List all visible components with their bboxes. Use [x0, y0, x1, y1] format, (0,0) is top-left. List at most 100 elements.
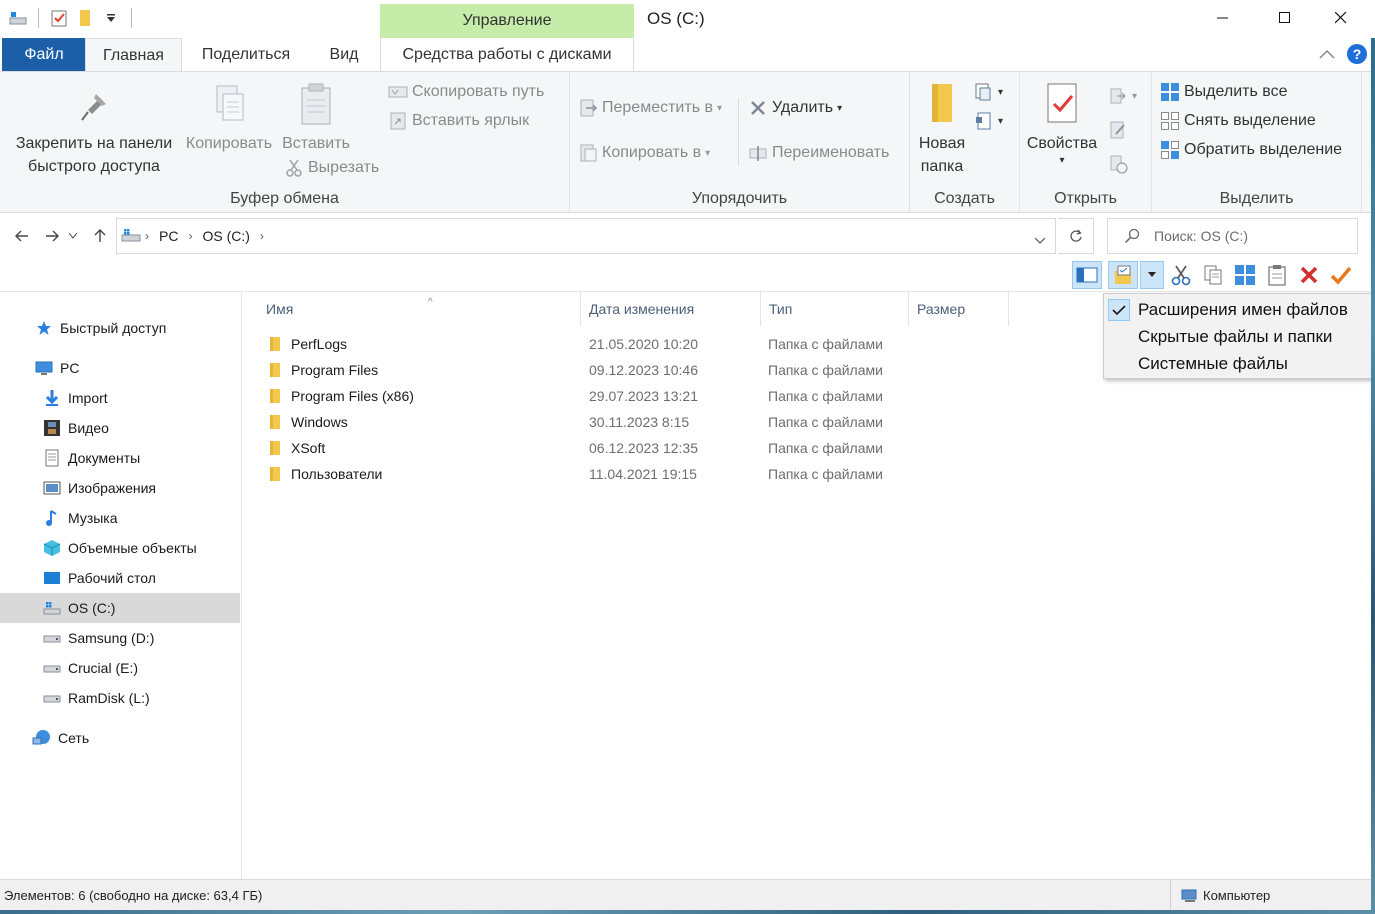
paste-shortcut-icon	[388, 111, 408, 131]
properties-button[interactable]: Свойства ▾	[1024, 82, 1100, 167]
address-history-dropdown-icon[interactable]	[1034, 231, 1046, 247]
cut-button[interactable]: Вырезать	[284, 156, 379, 180]
ribbon-tab-bar: Файл Главная Поделиться Вид Средства раб…	[0, 38, 1375, 72]
delete-button[interactable]: Удалить ▾	[748, 96, 842, 120]
nav-network[interactable]: Сеть	[0, 723, 240, 753]
refresh-button[interactable]	[1058, 218, 1094, 254]
delete-icon	[1300, 266, 1318, 284]
move-to-button[interactable]: Переместить в ▾	[578, 96, 722, 120]
pin-quick-access-button[interactable]: Закрепить на панели быстрого доступа	[8, 82, 180, 178]
delete-label: Удалить	[772, 99, 834, 116]
group-label-new: Создать	[934, 190, 995, 207]
breadcrumb-pc[interactable]: PC	[159, 228, 178, 244]
new-folder-button[interactable]: Новая папка	[912, 82, 972, 178]
recent-locations-button[interactable]	[66, 226, 80, 246]
hidden-items-button[interactable]	[1108, 261, 1138, 289]
rename-button[interactable]: Переименовать	[748, 141, 889, 165]
address-bar[interactable]: › PC › OS (C:) ›	[116, 218, 1056, 254]
nav-item-videos[interactable]: Видео	[0, 413, 240, 443]
drive-icon[interactable]	[8, 8, 28, 28]
column-header-size[interactable]: Размер	[909, 292, 1009, 326]
close-button[interactable]	[1318, 0, 1364, 36]
maximize-button[interactable]	[1262, 0, 1308, 36]
tab-share[interactable]: Поделиться	[190, 38, 302, 71]
menu-item-hidden-files[interactable]: Скрытые файлы и папки	[1104, 324, 1371, 350]
picture-icon	[42, 478, 62, 498]
table-row[interactable]: Пользователи 11.04.2021 19:15 Папка с фа…	[243, 462, 1003, 488]
nav-item-desktop[interactable]: Рабочий стол	[0, 563, 240, 593]
collapse-ribbon-icon[interactable]	[1319, 46, 1335, 62]
file-date: 06.12.2023 12:35	[589, 440, 698, 456]
breadcrumb-separator-icon[interactable]: ›	[145, 229, 149, 243]
column-header-type[interactable]: Тип	[761, 292, 909, 326]
select-none-button[interactable]: Снять выделение	[1160, 109, 1316, 133]
paste-button[interactable]: Вставить	[280, 82, 352, 155]
file-name: Пользователи	[291, 466, 383, 482]
nav-item-ramdisk-l[interactable]: RamDisk (L:)	[0, 683, 240, 713]
preview-pane-button[interactable]	[1072, 261, 1102, 289]
table-row[interactable]: PerfLogs 21.05.2020 10:20 Папка с файлам…	[243, 332, 1003, 358]
nav-item-music[interactable]: Музыка	[0, 503, 240, 533]
tab-disk-tools[interactable]: Средства работы с дисками	[380, 38, 634, 71]
history-button[interactable]	[1108, 152, 1128, 176]
column-header-date[interactable]: Дата изменения	[581, 292, 761, 326]
table-row[interactable]: Program Files (x86) 29.07.2023 13:21 Пап…	[243, 384, 1003, 410]
breadcrumb-os-c[interactable]: OS (C:)	[202, 228, 249, 244]
copy-button[interactable]: Копировать	[182, 82, 276, 155]
invert-selection-icon	[1160, 140, 1180, 160]
nav-item-documents[interactable]: Документы	[0, 443, 240, 473]
file-name: PerfLogs	[291, 336, 348, 352]
tab-home[interactable]: Главная	[85, 38, 182, 72]
nav-item-import[interactable]: Import	[0, 383, 240, 413]
menu-item-system-files[interactable]: Системные файлы	[1104, 351, 1371, 377]
help-icon[interactable]: ?	[1347, 44, 1367, 64]
nav-item-3d-objects[interactable]: Объемные объекты	[0, 533, 240, 563]
copy-toolbar-button[interactable]	[1198, 261, 1228, 289]
tab-view[interactable]: Вид	[316, 38, 372, 71]
nav-item-crucial-e[interactable]: Crucial (E:)	[0, 653, 240, 683]
edit-button[interactable]	[1108, 118, 1128, 142]
paste-toolbar-button[interactable]	[1262, 261, 1292, 289]
new-item-button[interactable]: ▾	[974, 80, 1003, 104]
select-all-button[interactable]: Выделить все	[1160, 80, 1287, 104]
cut-toolbar-button[interactable]	[1166, 261, 1196, 289]
search-box[interactable]: Поиск: OS (C:)	[1107, 218, 1358, 254]
select-all-toolbar-button[interactable]	[1230, 261, 1260, 289]
tab-file[interactable]: Файл	[2, 38, 86, 71]
nav-item-pictures[interactable]: Изображения	[0, 473, 240, 503]
copy-to-label: Копировать в	[602, 144, 702, 161]
table-row[interactable]: Windows 30.11.2023 8:15 Папка с файлами	[243, 410, 1003, 436]
menu-item-file-extensions[interactable]: Расширения имен файлов	[1104, 297, 1371, 323]
back-button[interactable]	[12, 226, 32, 246]
status-zone-label: Компьютер	[1203, 888, 1271, 903]
nav-quick-access[interactable]: Быстрый доступ	[0, 313, 240, 343]
hidden-items-dropdown-button[interactable]	[1140, 261, 1164, 289]
column-header-name[interactable]: Имя ^	[258, 292, 581, 326]
paste-shortcut-button[interactable]: Вставить ярлык	[388, 109, 529, 133]
invert-selection-button[interactable]: Обратить выделение	[1160, 138, 1342, 162]
copy-to-button[interactable]: Копировать в ▾	[578, 141, 710, 165]
breadcrumb-separator-icon[interactable]: ›	[188, 229, 192, 243]
nav-pc[interactable]: PC	[0, 353, 240, 383]
table-row[interactable]: XSoft 06.12.2023 12:35 Папка с файлами	[243, 436, 1003, 462]
scissors-icon	[1171, 265, 1191, 286]
easy-access-button[interactable]: ▾	[974, 109, 1003, 133]
context-tab-manage[interactable]: Управление	[380, 4, 634, 38]
new-folder-icon[interactable]	[75, 8, 95, 28]
up-arrow-icon	[94, 229, 106, 242]
copy-path-button[interactable]: Скопировать путь	[388, 80, 544, 104]
confirm-toolbar-button[interactable]	[1326, 261, 1356, 289]
open-button[interactable]: ▾	[1108, 84, 1137, 108]
file-type: Папка с файлами	[768, 336, 883, 352]
customize-dropdown-icon[interactable]	[101, 8, 121, 28]
nav-item-samsung-d[interactable]: Samsung (D:)	[0, 623, 240, 653]
table-row[interactable]: Program Files 09.12.2023 10:46 Папка с ф…	[243, 358, 1003, 384]
breadcrumb-separator-icon[interactable]: ›	[260, 229, 264, 243]
properties-icon[interactable]	[49, 8, 69, 28]
minimize-button[interactable]	[1200, 0, 1246, 36]
nav-item-os-c[interactable]: OS (C:)	[0, 593, 240, 623]
forward-button[interactable]	[42, 226, 62, 246]
up-button[interactable]	[90, 226, 110, 246]
delete-toolbar-button[interactable]	[1294, 261, 1324, 289]
open-dropdown-icon: ▾	[1132, 90, 1138, 102]
